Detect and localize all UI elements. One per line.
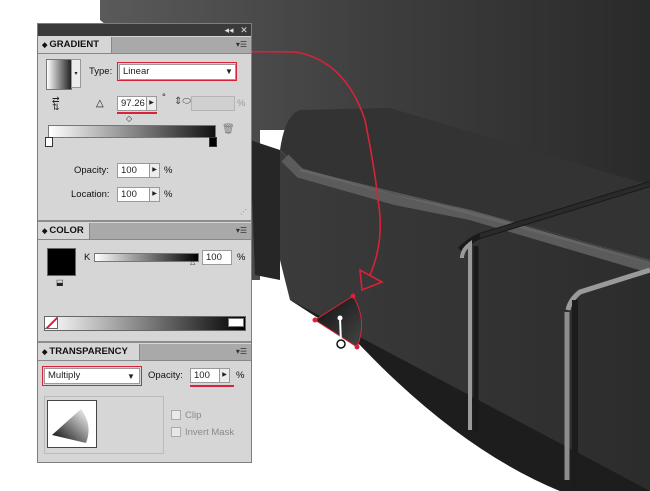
stop-opacity-input[interactable]: 100 — [117, 163, 150, 178]
panel-menu-icon[interactable]: ▾☰ — [236, 347, 247, 357]
angle-icon: △ — [96, 98, 104, 109]
stop-white-icon[interactable] — [45, 137, 53, 147]
gradient-swatch[interactable] — [46, 59, 72, 90]
resize-grip-icon[interactable]: ⋰ — [240, 208, 247, 216]
panel-divider — [38, 220, 251, 222]
opacity-label: Opacity: — [74, 165, 109, 176]
color-tabbar: ◆ COLOR ▾☰ — [38, 223, 251, 240]
tab-color[interactable]: ◆ COLOR — [38, 223, 90, 239]
fill-swatch[interactable] — [47, 248, 76, 276]
k-slider[interactable] — [94, 253, 199, 262]
reverse-gradient-icon[interactable]: ⇄ ⇅ — [52, 96, 68, 112]
clip-checkbox[interactable] — [171, 410, 181, 420]
stop-location-input[interactable]: 100 — [117, 187, 150, 202]
opacity-underline — [190, 385, 234, 387]
stop-black-icon[interactable] — [209, 137, 217, 147]
angle-unit: ° — [162, 92, 166, 103]
panel-menu-icon[interactable]: ▾☰ — [236, 40, 247, 50]
type-highlight — [117, 62, 237, 81]
panel-menu-icon[interactable]: ▾☰ — [236, 226, 247, 236]
channel-label: K — [84, 252, 91, 263]
transparency-opacity-stepper-icon[interactable]: ▶ — [220, 368, 230, 383]
swatch-dropdown-icon[interactable]: ▾ — [71, 59, 81, 88]
location-stepper-icon[interactable]: ▶ — [150, 187, 160, 202]
none-swatch[interactable] — [44, 316, 58, 329]
transparency-opacity-label: Opacity: — [148, 370, 183, 381]
color-spectrum-bar[interactable] — [44, 316, 246, 331]
trash-icon[interactable]: 🗑 — [222, 124, 235, 135]
opacity-unit: % — [164, 165, 173, 176]
opacity-stepper-icon[interactable]: ▶ — [150, 163, 160, 178]
k-slider-thumb-icon[interactable]: △ — [190, 258, 195, 266]
gamut-warning-icon: ⬓ — [56, 278, 64, 287]
gradient-tabbar: ◆ GRADIENT ▾☰ — [38, 37, 251, 54]
tab-color-label: COLOR — [49, 225, 84, 236]
invert-mask-checkbox[interactable] — [171, 427, 181, 437]
aspect-unit: % — [237, 98, 246, 109]
collapse-icon[interactable]: ◂◂ — [223, 25, 235, 35]
panel-divider — [38, 341, 251, 343]
angle-stepper-icon[interactable]: ▶ — [147, 96, 157, 111]
object-thumbnail[interactable] — [47, 400, 97, 448]
white-swatch[interactable] — [228, 318, 244, 327]
gradient-slider[interactable] — [48, 125, 216, 138]
type-label: Type: — [89, 66, 113, 77]
back-block-side — [250, 140, 280, 280]
k-value-input[interactable]: 100 — [202, 250, 232, 265]
transparency-opacity-input[interactable]: 100 — [190, 368, 220, 383]
transparency-opacity-unit: % — [236, 370, 245, 381]
k-unit: % — [237, 252, 246, 263]
clip-label: Clip — [185, 410, 202, 421]
location-unit: % — [164, 189, 173, 200]
close-icon[interactable]: ✕ — [239, 25, 249, 35]
location-label: Location: — [71, 189, 110, 200]
angle-underline — [117, 112, 157, 114]
aspect-ratio-input — [191, 96, 235, 111]
transparency-tabbar: ◆ TRANSPARENCY ▾☰ — [38, 344, 251, 361]
midpoint-diamond-icon[interactable]: ◇ — [126, 114, 132, 123]
collapse-arrow-icon[interactable]: ◆ — [42, 42, 47, 49]
tab-transparency-label: TRANSPARENCY — [49, 346, 128, 357]
blend-highlight — [42, 366, 142, 386]
tab-gradient[interactable]: ◆ GRADIENT — [38, 37, 112, 53]
invert-mask-label: Invert Mask — [185, 427, 235, 438]
aspect-ratio-icon: ⇕⬭ — [174, 96, 191, 107]
collapse-arrow-icon[interactable]: ◆ — [42, 228, 47, 235]
tab-gradient-label: GRADIENT — [49, 39, 100, 50]
panel-titlebar[interactable]: ◂◂ ✕ — [38, 24, 251, 36]
panel-stack: ◂◂ ✕ ◆ GRADIENT ▾☰ ▾ Type: Linear ▼ ⇄ ⇅ △ … — [37, 23, 252, 463]
collapse-arrow-icon[interactable]: ◆ — [42, 349, 47, 356]
angle-input[interactable]: 97.26 — [117, 96, 147, 111]
tab-transparency[interactable]: ◆ TRANSPARENCY — [38, 344, 140, 360]
